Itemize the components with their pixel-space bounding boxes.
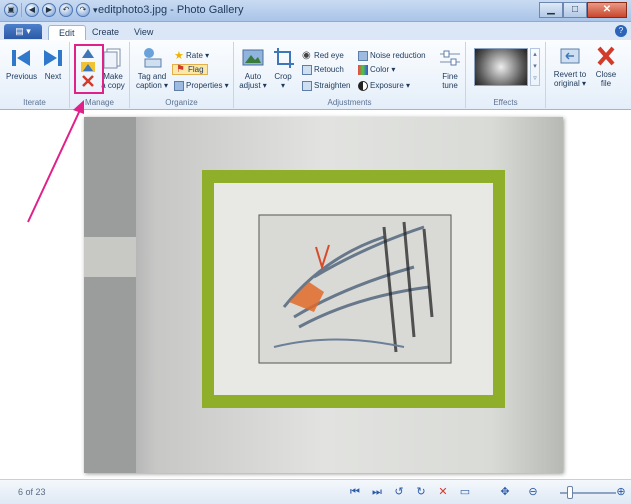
- annotation-arrow: [27, 100, 84, 223]
